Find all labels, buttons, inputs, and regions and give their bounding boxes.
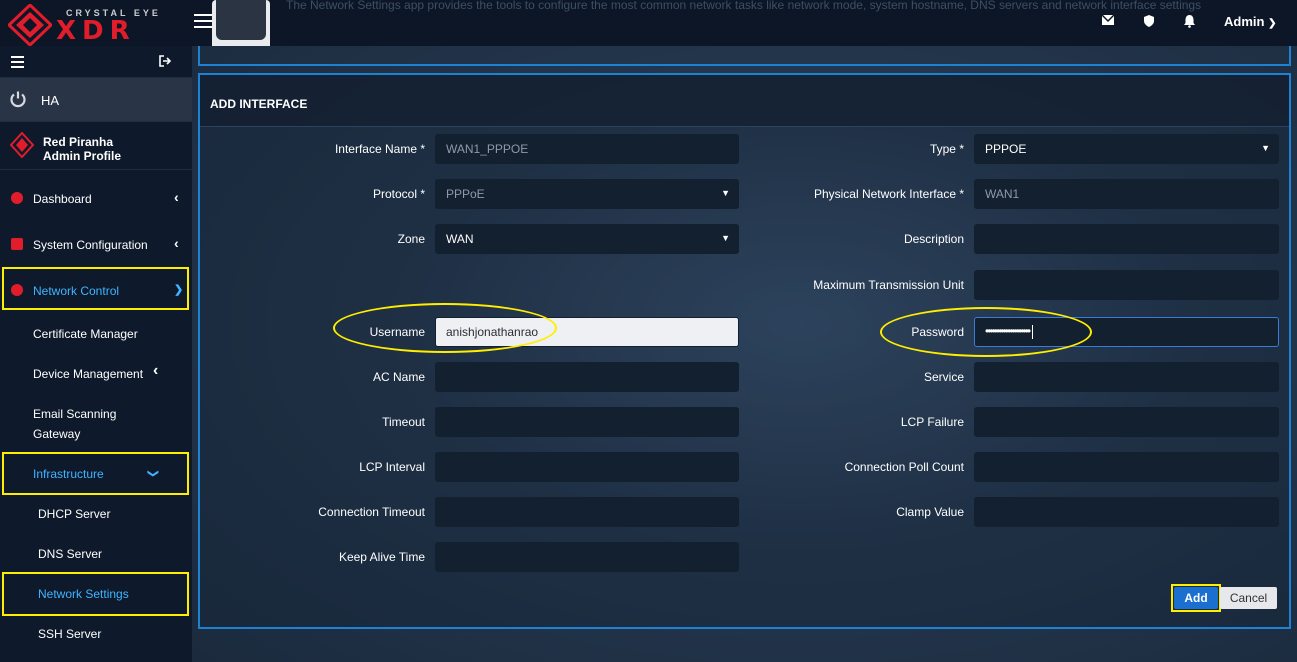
highlight-box [1171, 584, 1221, 612]
lcp-failure-input[interactable] [974, 407, 1279, 437]
sidebar: HA Red Piranha Admin Profile Dashboard ‹… [0, 46, 192, 662]
chevron-left-icon: ‹ [174, 235, 179, 251]
sidebar-profile[interactable]: Red Piranha Admin Profile [0, 122, 192, 170]
menu-toggle-icon[interactable] [194, 14, 212, 30]
mtu-input[interactable] [974, 270, 1279, 300]
connection-poll-count-label: Connection Poll Count [844, 460, 964, 474]
admin-label: Admin [1224, 14, 1265, 29]
brand-mark-icon [8, 4, 52, 46]
keep-alive-label: Keep Alive Time [338, 550, 425, 564]
type-value: PPPOE [985, 142, 1027, 156]
sidebar-item-device-management[interactable]: Device Management ‹ [0, 360, 192, 390]
bell-icon[interactable] [1181, 14, 1197, 30]
sidebar-item-dhcp-server[interactable]: DHCP Server [0, 502, 192, 532]
sidebar-item-ssh-server[interactable]: SSH Server [0, 622, 192, 652]
caret-down-icon: ▼ [721, 233, 730, 243]
cancel-button[interactable]: Cancel [1220, 587, 1277, 609]
description-input[interactable] [974, 224, 1279, 254]
protocol-label: Protocol * [372, 187, 425, 201]
interface-name-label: Interface Name * [334, 142, 425, 156]
sidebar-item-label: DNS Server [38, 547, 103, 561]
sidebar-item-dashboard[interactable]: Dashboard ‹ [0, 177, 192, 221]
highlight-box [2, 452, 189, 495]
app-description: The Network Settings app provides the to… [286, 0, 1202, 12]
ac-name-label: AC Name [372, 370, 425, 384]
mtu-label: Maximum Transmission Unit [813, 278, 964, 292]
lcp-failure-label: LCP Failure [900, 415, 964, 429]
sidebar-item-label: Dashboard [33, 192, 92, 206]
sidebar-item-dns-server[interactable]: DNS Server [0, 542, 192, 572]
protocol-select[interactable]: PPPoE ▼ [435, 179, 739, 209]
ac-name-input[interactable] [435, 362, 739, 392]
timeout-input[interactable] [435, 407, 739, 437]
chevron-left-icon: ‹ [174, 189, 179, 205]
clamp-value-label: Clamp Value [896, 505, 964, 519]
sidebar-item-label: SSH Server [38, 627, 102, 641]
chevron-left-icon: ‹ [153, 362, 159, 379]
physical-interface-field[interactable]: WAN1 [974, 179, 1279, 209]
chevron-down-icon: ❯ [1268, 18, 1277, 29]
lcp-interval-label: LCP Interval [359, 460, 425, 474]
dashboard-icon [11, 192, 23, 204]
protocol-value: PPPoE [446, 187, 485, 201]
profile-subtitle: Admin Profile [43, 149, 122, 163]
clamp-value-input[interactable] [974, 497, 1279, 527]
sidebar-toolbar [0, 46, 192, 78]
description-label: Description [903, 232, 964, 246]
type-select[interactable]: PPPOE ▼ [974, 134, 1279, 164]
shield-icon[interactable] [1141, 14, 1157, 30]
highlight-ellipse [333, 303, 557, 353]
service-input[interactable] [974, 362, 1279, 392]
brand-name: XDR [56, 16, 136, 46]
sidebar-menu-icon[interactable] [11, 56, 24, 71]
sidebar-item-system-configuration[interactable]: System Configuration ‹ [0, 223, 192, 267]
keep-alive-input[interactable] [435, 542, 739, 572]
home-icon [11, 238, 23, 250]
zone-value: WAN [446, 232, 474, 246]
sidebar-ha[interactable]: HA [0, 78, 192, 122]
profile-name: Red Piranha [43, 135, 114, 149]
zone-label: Zone [397, 232, 425, 246]
panel-title: ADD INTERFACE [210, 97, 308, 111]
sidebar-item-label: Email Scanning [33, 407, 117, 421]
interface-name-field[interactable]: WAN1_PPPOE [435, 134, 739, 164]
connection-poll-count-input[interactable] [974, 452, 1279, 482]
admin-menu[interactable]: Admin ❯ [1224, 14, 1276, 29]
caret-down-icon: ▼ [721, 188, 730, 198]
caret-down-icon: ▼ [1261, 143, 1270, 153]
top-bar: CRYSTAL EYE XDR The Network Settings app… [0, 0, 1297, 54]
sidebar-item-label: Gateway [33, 427, 81, 441]
profile-logo-icon [10, 132, 34, 158]
envelope-icon[interactable] [1100, 14, 1116, 30]
timeout-label: Timeout [382, 415, 425, 429]
lcp-interval-input[interactable] [435, 452, 739, 482]
sidebar-item-label: DHCP Server [38, 507, 111, 521]
ha-label: HA [41, 93, 60, 108]
logout-icon[interactable] [159, 55, 172, 70]
service-label: Service [923, 370, 964, 384]
highlight-ellipse [880, 307, 1092, 357]
highlight-box [2, 572, 189, 616]
sidebar-item-email-scanning-gateway[interactable]: Email Scanning Gateway [0, 402, 192, 446]
connection-timeout-input[interactable] [435, 497, 739, 527]
highlight-box [2, 267, 189, 310]
panel-header: ADD INTERFACE [200, 75, 1289, 127]
sidebar-item-label: Certificate Manager [33, 327, 138, 341]
power-icon [10, 91, 26, 108]
brand-logo[interactable]: CRYSTAL EYE XDR [6, 2, 192, 46]
sidebar-item-label: System Configuration [33, 238, 148, 252]
previous-panel [198, 46, 1291, 66]
type-label: Type * [929, 142, 964, 156]
connection-timeout-label: Connection Timeout [318, 505, 425, 519]
sidebar-item-certificate-manager[interactable]: Certificate Manager [0, 320, 192, 350]
interface-name-value: WAN1_PPPOE [446, 142, 529, 156]
zone-select[interactable]: WAN ▼ [435, 224, 739, 254]
physical-interface-value: WAN1 [985, 187, 1020, 201]
sidebar-item-label: Device Management [33, 367, 144, 381]
physical-interface-label: Physical Network Interface * [813, 187, 964, 201]
